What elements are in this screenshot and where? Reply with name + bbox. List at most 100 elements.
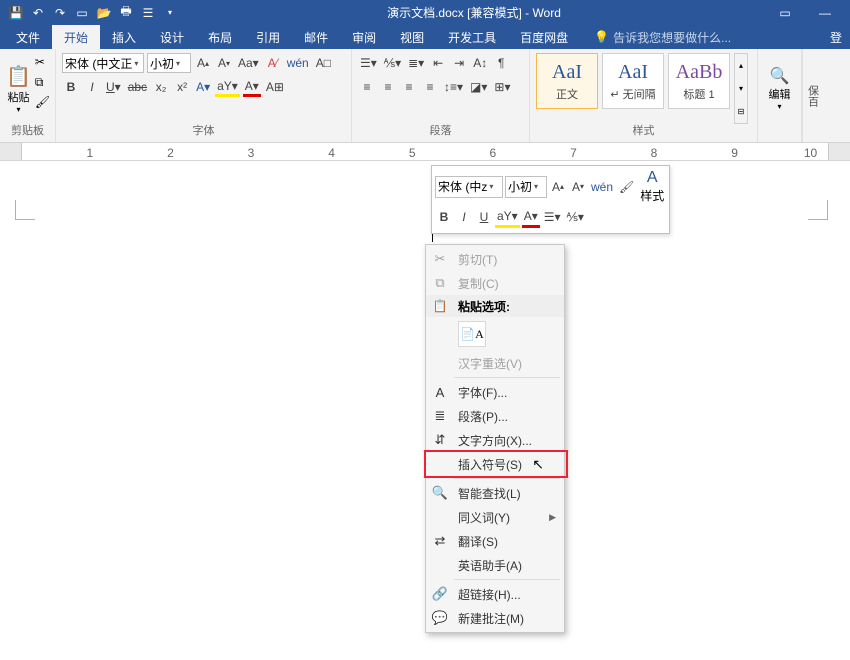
ctx-translate[interactable]: ⇄翻译(S) [426, 529, 564, 553]
phonetic-button[interactable]: wén [285, 53, 311, 73]
editing-label[interactable]: 编辑 [769, 86, 791, 102]
touch-icon[interactable]: ☰ [140, 5, 156, 21]
text-effects-button[interactable]: A▾ [194, 77, 212, 97]
mini-format-painter[interactable]: 🖌 [617, 176, 636, 198]
borders-button[interactable]: ⊞▾ [492, 77, 512, 97]
copy-icon[interactable]: ⧉ [35, 75, 53, 91]
mini-underline[interactable]: U [475, 206, 493, 228]
align-left-button[interactable]: ≡ [358, 77, 376, 97]
sort-button[interactable]: A↕ [471, 53, 489, 73]
highlight-button[interactable]: aY▾ [215, 77, 240, 97]
save-icon[interactable]: 💾 [8, 5, 24, 21]
ctx-text-direction[interactable]: ⇵文字方向(X)... [426, 428, 564, 452]
editing-drop-icon[interactable]: ▾ [777, 102, 781, 111]
underline-button[interactable]: U▾ [104, 77, 123, 97]
qat-more-icon[interactable]: ▾ [162, 5, 178, 21]
styles-scroll[interactable]: ▴▾⊟ [734, 53, 748, 124]
signin[interactable]: 登 [830, 25, 850, 49]
shrink-font-button[interactable]: A▾ [215, 53, 233, 73]
tab-file[interactable]: 文件 [4, 25, 52, 49]
style-normal[interactable]: AaI 正文 [536, 53, 598, 109]
mini-bold[interactable]: B [435, 206, 453, 228]
tab-review[interactable]: 审阅 [340, 25, 388, 49]
redo-icon[interactable]: ↷ [52, 5, 68, 21]
ctx-synonyms[interactable]: 同义词(Y)▶ [426, 505, 564, 529]
paste-keep-text-button[interactable]: 📄A [458, 321, 486, 347]
tab-view[interactable]: 视图 [388, 25, 436, 49]
font-family-combo[interactable]: 宋体 (中文正▾ [62, 53, 144, 73]
ctx-copy[interactable]: ⧉复制(C) [426, 271, 564, 295]
ctx-english-assist[interactable]: 英语助手(A) [426, 553, 564, 577]
mini-shrink-font[interactable]: A▾ [569, 176, 587, 198]
indent-inc-button[interactable]: ⇥ [450, 53, 468, 73]
style-heading1[interactable]: AaBb 标题 1 [668, 53, 730, 109]
shading-button[interactable]: ◪▾ [468, 77, 489, 97]
mini-styles[interactable]: A样式 [638, 169, 666, 204]
mini-italic[interactable]: I [455, 206, 473, 228]
strike-button[interactable]: abc [126, 77, 149, 97]
char-shading-button[interactable]: A⊞ [264, 77, 286, 97]
numbering-button[interactable]: ⅍▾ [382, 53, 403, 73]
tab-references[interactable]: 引用 [244, 25, 292, 49]
superscript-button[interactable]: x² [173, 77, 191, 97]
bold-button[interactable]: B [62, 77, 80, 97]
paste-drop-icon[interactable]: ▾ [16, 105, 20, 114]
ruler-left-gutter[interactable] [0, 143, 22, 160]
tab-baidu[interactable]: 百度网盘 [508, 25, 580, 49]
multilevel-button[interactable]: ≣▾ [406, 53, 426, 73]
ctx-smart-lookup[interactable]: 🔍智能查找(L) [426, 481, 564, 505]
italic-button[interactable]: I [83, 77, 101, 97]
undo-icon[interactable]: ↶ [30, 5, 46, 21]
align-justify-button[interactable]: ≡ [421, 77, 439, 97]
ruler-right-gutter[interactable] [828, 143, 850, 160]
mini-highlight[interactable]: aY▾ [495, 206, 520, 228]
format-painter-icon[interactable]: 🖌 [35, 95, 53, 111]
paste-icon[interactable]: 📋 [6, 64, 31, 89]
font-color-button[interactable]: A▾ [243, 77, 261, 97]
mini-phonetic[interactable]: wén [589, 176, 615, 198]
char-border-button[interactable]: A□ [314, 53, 333, 73]
showmarks-button[interactable]: ¶ [492, 53, 510, 73]
cut-icon[interactable]: ✂ [35, 55, 53, 71]
mini-grow-font[interactable]: A▴ [549, 176, 567, 198]
mini-font-color[interactable]: A▾ [522, 206, 540, 228]
grow-font-button[interactable]: A▴ [194, 53, 212, 73]
line-spacing-button[interactable]: ↕≡▾ [442, 77, 465, 97]
ctx-insert-symbol[interactable]: 插入符号(S)↖ [426, 452, 564, 476]
ctx-hyperlink[interactable]: 🔗超链接(H)... [426, 582, 564, 606]
tab-mailings[interactable]: 邮件 [292, 25, 340, 49]
new-icon[interactable]: ▭ [74, 5, 90, 21]
minimize-icon[interactable]: — [810, 6, 840, 20]
ctx-font[interactable]: A字体(F)... [426, 380, 564, 404]
bullets-button[interactable]: ☰▾ [358, 53, 379, 73]
ctx-cut[interactable]: ✂剪切(T) [426, 247, 564, 271]
tab-design[interactable]: 设计 [148, 25, 196, 49]
indent-dec-button[interactable]: ⇤ [429, 53, 447, 73]
find-icon[interactable]: 🔍 [770, 66, 790, 86]
tab-insert[interactable]: 插入 [100, 25, 148, 49]
tab-home[interactable]: 开始 [52, 25, 100, 49]
paste-label[interactable]: 粘贴 [7, 89, 29, 105]
mini-bullets[interactable]: ☰▾ [542, 206, 563, 228]
style-nospacing[interactable]: AaI ↵ 无间隔 [602, 53, 664, 109]
tell-me[interactable]: 💡告诉我您想要做什么... [580, 25, 731, 49]
subscript-button[interactable]: x₂ [152, 77, 170, 97]
print-icon[interactable]: 🖶 [118, 5, 134, 21]
mini-font-size[interactable]: 小初▾ [505, 176, 547, 198]
ctx-paragraph[interactable]: ≣段落(P)... [426, 404, 564, 428]
collapsed-groups[interactable]: 保百 [802, 49, 822, 142]
ctx-reselect[interactable]: 汉字重选(V) [426, 351, 564, 375]
tab-layout[interactable]: 布局 [196, 25, 244, 49]
ctx-new-comment[interactable]: 💬新建批注(M) [426, 606, 564, 630]
ruler[interactable]: 1 2 3 4 5 6 7 8 9 10 [0, 143, 850, 161]
change-case-button[interactable]: Aa▾ [236, 53, 261, 73]
tab-developer[interactable]: 开发工具 [436, 25, 508, 49]
clear-format-button[interactable]: A⁄ [264, 53, 282, 73]
font-size-combo[interactable]: 小初▾ [147, 53, 191, 73]
open-icon[interactable]: 📂 [96, 5, 112, 21]
align-right-button[interactable]: ≡ [400, 77, 418, 97]
mini-numbering[interactable]: ⅍▾ [565, 206, 586, 228]
ribbon-options-icon[interactable]: ▭ [770, 6, 800, 20]
mini-font-family[interactable]: 宋体 (中z▾ [435, 176, 503, 198]
align-center-button[interactable]: ≡ [379, 77, 397, 97]
